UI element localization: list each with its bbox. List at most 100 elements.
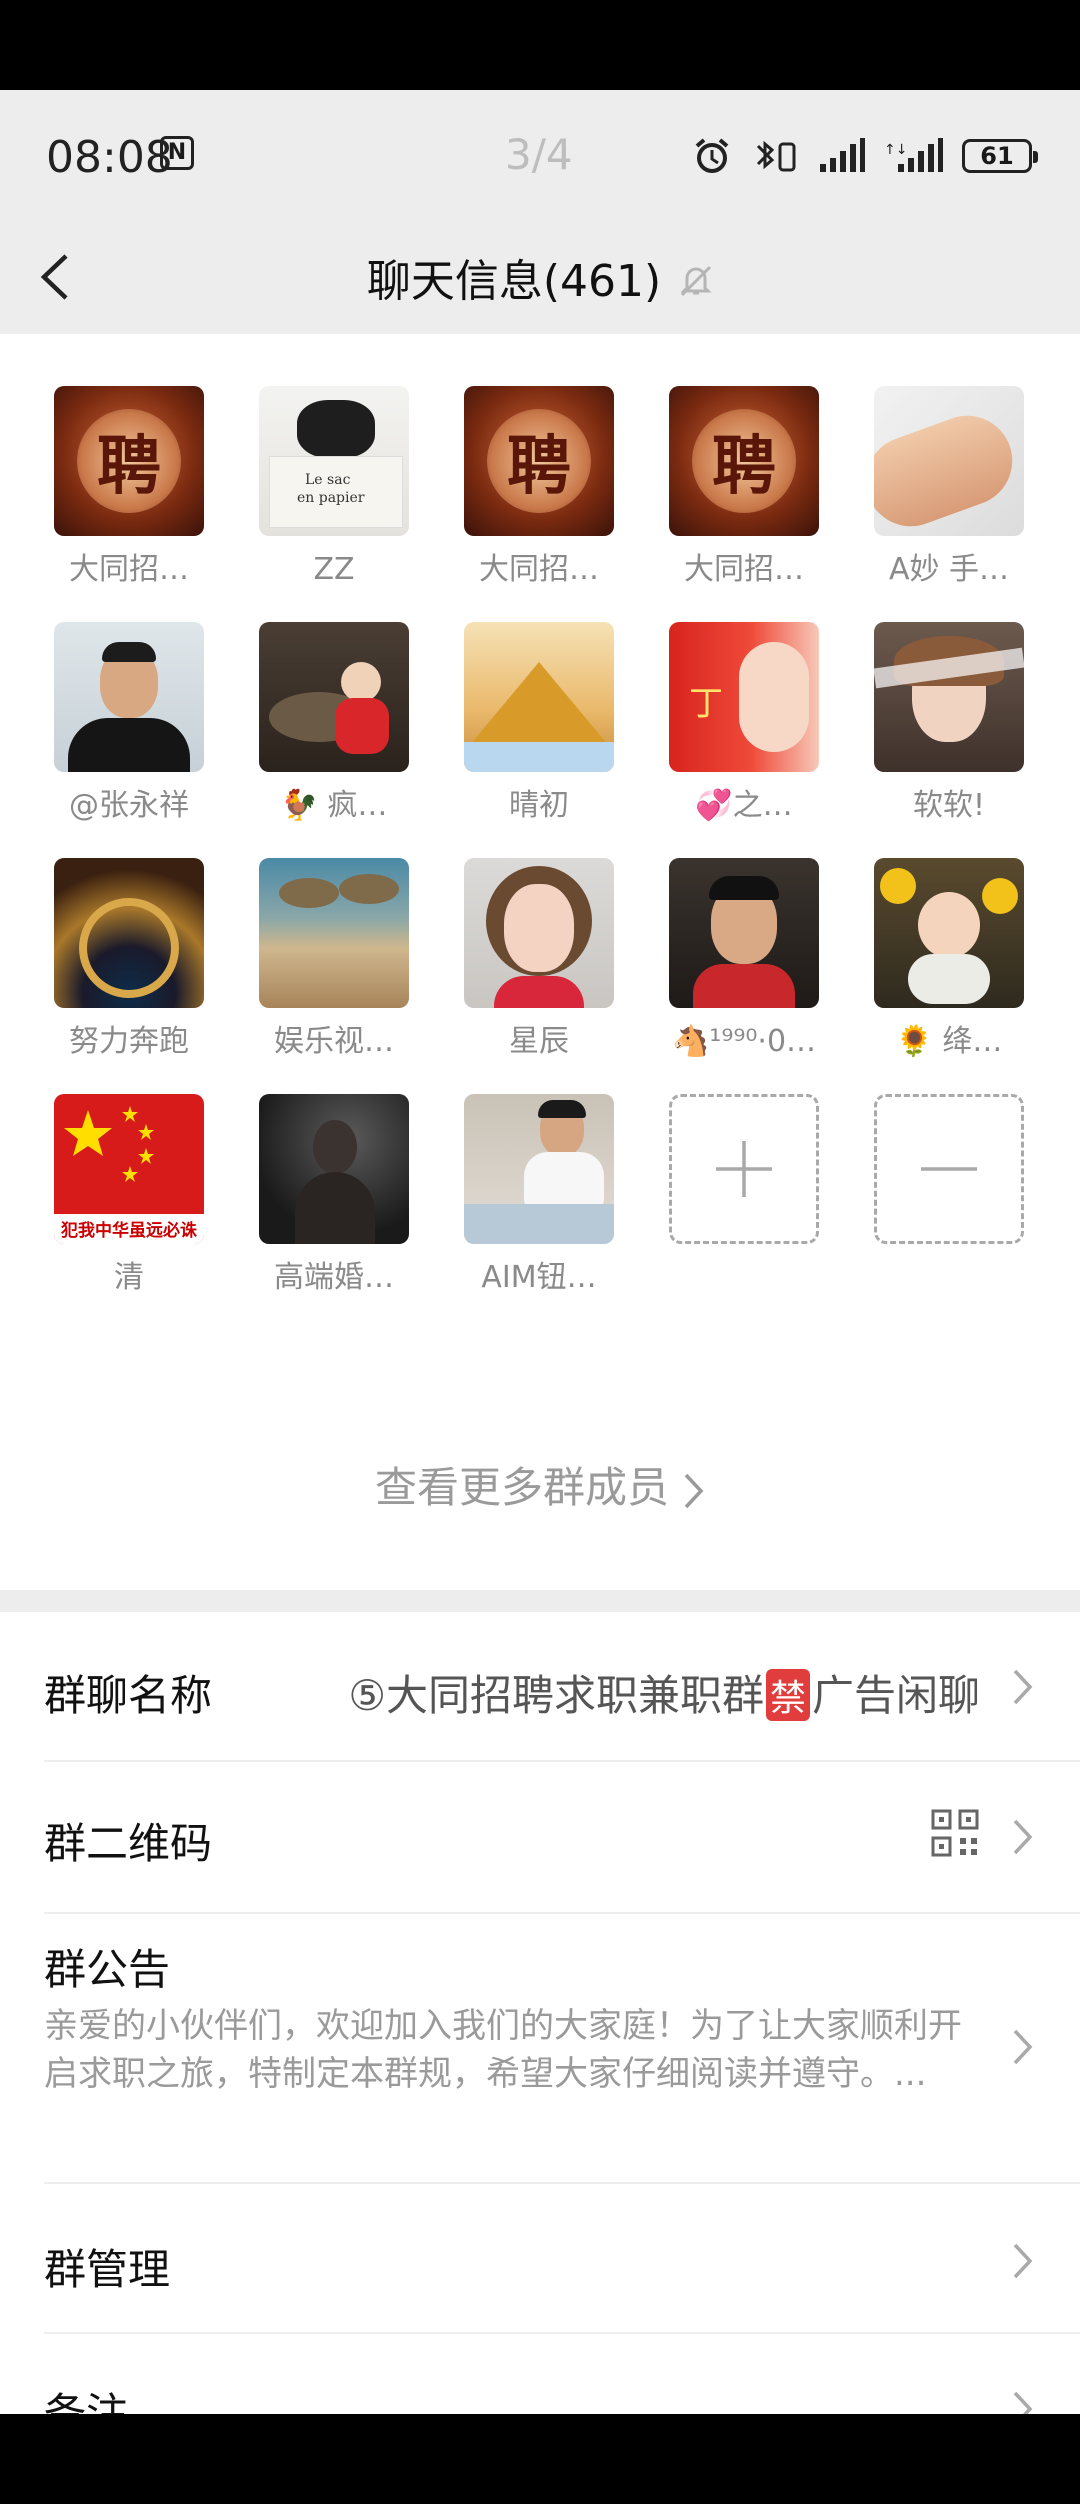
bluetooth-vibrate-icon bbox=[756, 140, 796, 172]
status-bar: 08:08 N 3/4 ↑↓ 61 bbox=[0, 90, 1080, 220]
avatar bbox=[874, 858, 1024, 1008]
battery-icon: 61 bbox=[962, 139, 1038, 173]
add-box bbox=[669, 1094, 819, 1244]
member-name: 努力奔跑 bbox=[69, 1024, 189, 1059]
chevron-right-icon bbox=[1013, 1669, 1033, 1705]
member-name: 🐴¹⁹⁹⁰·0… bbox=[671, 1024, 817, 1059]
title-area: 聊天信息(461) bbox=[0, 220, 1080, 334]
view-more-members-link[interactable]: 查看更多群成员 bbox=[0, 1454, 1080, 1515]
chevron-right-icon bbox=[1013, 2029, 1033, 2065]
member-item[interactable]: 软软! bbox=[874, 622, 1024, 826]
member-item[interactable]: 娱乐视… bbox=[259, 858, 409, 1062]
remove-box bbox=[874, 1094, 1024, 1244]
member-name: 娱乐视… bbox=[274, 1024, 394, 1059]
status-time: 08:08 bbox=[46, 132, 173, 183]
page-title: 聊天信息(461) bbox=[366, 256, 662, 307]
member-item[interactable]: 聘 大同招… bbox=[669, 386, 819, 590]
chevron-right-icon bbox=[1013, 2243, 1033, 2279]
member-item[interactable]: 丁 💞之… bbox=[669, 622, 819, 826]
member-name: 💞之… bbox=[695, 788, 793, 823]
member-name: 大同招… bbox=[479, 552, 599, 587]
group-name-row[interactable]: 群聊名称 ⑤大同招聘求职兼职群禁广告闲聊 bbox=[0, 1612, 1080, 1762]
member-item[interactable]: AIM钮… bbox=[464, 1094, 614, 1298]
section-divider bbox=[0, 1590, 1080, 1612]
bottom-black-bar bbox=[0, 2414, 1080, 2504]
member-item[interactable]: 晴初 bbox=[464, 622, 614, 826]
status-icons: ↑↓ 61 bbox=[692, 136, 1038, 176]
avatar: 聘 bbox=[669, 386, 819, 536]
avatar bbox=[54, 858, 204, 1008]
member-item[interactable]: @张永祥 bbox=[54, 622, 204, 826]
group-notice-text: 亲爱的小伙伴们，欢迎加入我们的大家庭！为了让大家顺利开启求职之旅，特制定本群规，… bbox=[44, 2006, 962, 2094]
member-name: ZZ bbox=[313, 552, 355, 587]
qr-code-icon bbox=[931, 1809, 979, 1857]
member-section: 聘 大同招… Le sac en papier ZZ 聘 大同招… 聘 大同招…… bbox=[0, 334, 1080, 1590]
avatar bbox=[874, 622, 1024, 772]
signal-icon bbox=[820, 138, 865, 172]
group-notice-label: 群公告 bbox=[44, 1945, 171, 1994]
member-item[interactable]: 🐴¹⁹⁹⁰·0… bbox=[669, 858, 819, 1062]
avatar bbox=[54, 622, 204, 772]
member-item[interactable]: 星辰 bbox=[464, 858, 614, 1062]
group-manage-row[interactable]: 群管理 bbox=[0, 2184, 1080, 2334]
member-grid: 聘 大同招… Le sac en papier ZZ 聘 大同招… 聘 大同招…… bbox=[54, 386, 1026, 1298]
member-name: 高端婚… bbox=[274, 1260, 394, 1295]
plus-icon bbox=[716, 1141, 772, 1197]
member-name: 大同招… bbox=[69, 552, 189, 587]
forbidden-badge: 禁 bbox=[765, 1669, 810, 1721]
svg-text:↑↓: ↑↓ bbox=[884, 142, 907, 158]
remark-label: 备注 bbox=[44, 2389, 129, 2414]
back-arrow-icon bbox=[40, 254, 68, 300]
group-notice-row[interactable]: 群公告 亲爱的小伙伴们，欢迎加入我们的大家庭！为了让大家顺利开启求职之旅，特制定… bbox=[0, 1914, 1080, 2184]
view-more-label: 查看更多群成员 bbox=[374, 1463, 669, 1512]
member-name: 大同招… bbox=[684, 552, 804, 587]
group-manage-label: 群管理 bbox=[44, 2245, 171, 2294]
top-black-bar bbox=[0, 0, 1080, 90]
member-item[interactable]: 聘 大同招… bbox=[464, 386, 614, 590]
signal-icon-2: ↑↓ bbox=[884, 138, 943, 172]
chevron-right-icon bbox=[1013, 2391, 1033, 2414]
group-qr-label: 群二维码 bbox=[44, 1819, 213, 1868]
member-name: 🐓 疯… bbox=[280, 788, 388, 823]
avatar bbox=[874, 386, 1024, 536]
member-item[interactable]: 努力奔跑 bbox=[54, 858, 204, 1062]
avatar: 犯我中华虽远必诛 bbox=[54, 1094, 204, 1244]
member-name: @张永祥 bbox=[69, 788, 189, 823]
back-button[interactable] bbox=[36, 242, 96, 312]
member-item[interactable]: Le sac en papier ZZ bbox=[259, 386, 409, 590]
member-item[interactable]: 高端婚… bbox=[259, 1094, 409, 1298]
nfc-icon: N bbox=[160, 136, 194, 170]
nav-bar: 聊天信息(461) bbox=[0, 220, 1080, 334]
avatar bbox=[259, 622, 409, 772]
member-item[interactable]: 🌻 绛… bbox=[874, 858, 1024, 1062]
add-member-button[interactable] bbox=[669, 1094, 819, 1298]
remark-row[interactable]: 备注 bbox=[0, 2334, 1080, 2414]
member-item[interactable]: 犯我中华虽远必诛 清 bbox=[54, 1094, 204, 1298]
remove-member-button[interactable] bbox=[874, 1094, 1024, 1298]
chevron-right-icon bbox=[684, 1473, 704, 1508]
member-name: A妙 手… bbox=[888, 552, 1010, 587]
avatar bbox=[259, 1094, 409, 1244]
member-name: 星辰 bbox=[509, 1024, 569, 1059]
avatar bbox=[669, 858, 819, 1008]
avatar: 丁 bbox=[669, 622, 819, 772]
page-indicator: 3/4 bbox=[505, 130, 573, 179]
group-name-value: ⑤大同招聘求职兼职群禁广告闲聊 bbox=[348, 1669, 980, 1721]
member-name: AIM钮… bbox=[481, 1260, 597, 1295]
member-item[interactable]: 聘 大同招… bbox=[54, 386, 204, 590]
alarm-icon bbox=[695, 138, 729, 173]
avatar: 聘 bbox=[464, 386, 614, 536]
member-name: 晴初 bbox=[509, 788, 569, 823]
group-name-label: 群聊名称 bbox=[44, 1671, 213, 1720]
member-item[interactable]: A妙 手… bbox=[874, 386, 1024, 590]
mute-bell-icon bbox=[680, 265, 712, 297]
member-name: 软软! bbox=[912, 788, 986, 823]
group-qr-row[interactable]: 群二维码 bbox=[0, 1762, 1080, 1914]
member-item[interactable]: 🐓 疯… bbox=[259, 622, 409, 826]
avatar bbox=[259, 858, 409, 1008]
member-name: 清 bbox=[114, 1260, 144, 1295]
avatar bbox=[464, 1094, 614, 1244]
avatar bbox=[464, 622, 614, 772]
member-name: 🌻 绛… bbox=[895, 1024, 1003, 1059]
avatar: 聘 bbox=[54, 386, 204, 536]
